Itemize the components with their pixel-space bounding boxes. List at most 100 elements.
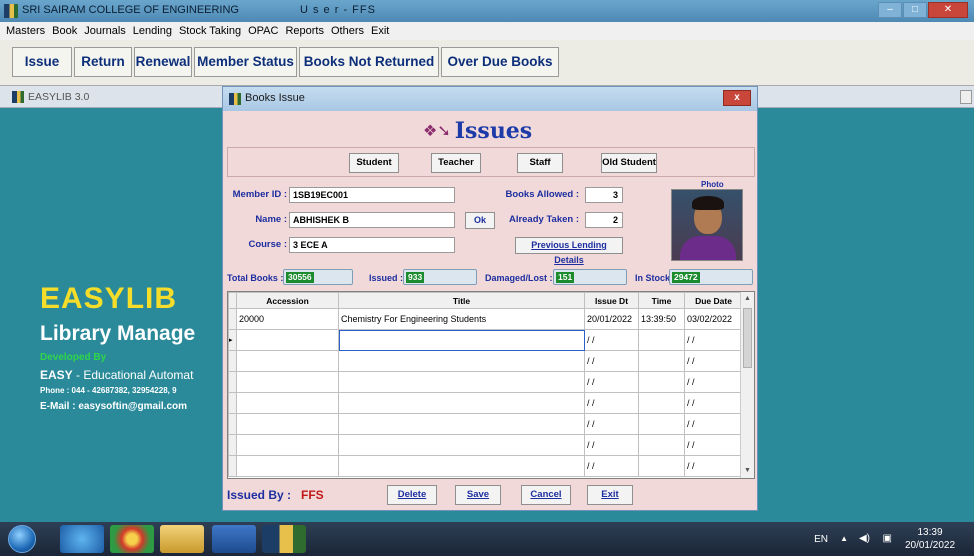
speaker-icon[interactable]: ◀) (859, 533, 870, 544)
chrome-icon[interactable] (110, 525, 154, 553)
table-cell[interactable]: / / (584, 392, 639, 414)
row-selector[interactable] (228, 434, 237, 456)
col-title[interactable]: Title (338, 292, 585, 309)
table-cell[interactable] (236, 371, 339, 393)
menu-opac[interactable]: OPAC (248, 25, 278, 37)
table-cell[interactable] (236, 434, 339, 456)
word-icon[interactable] (212, 525, 256, 553)
ie-icon[interactable] (60, 525, 104, 553)
teacher-button[interactable]: Teacher (431, 153, 481, 173)
language-indicator[interactable]: EN (814, 534, 828, 545)
delete-button[interactable]: Delete (387, 485, 437, 505)
table-cell[interactable]: 03/02/2022 (684, 308, 743, 330)
course-field[interactable]: 3 ECE A (289, 237, 455, 253)
table-row[interactable]: / / / / (228, 434, 743, 456)
staff-button[interactable]: Staff (517, 153, 563, 173)
table-cell[interactable] (638, 350, 685, 372)
menu-stock-taking[interactable]: Stock Taking (179, 25, 241, 37)
renewal-button[interactable]: Renewal (134, 47, 192, 77)
previous-lending-details-button[interactable]: Previous Lending Details (515, 237, 623, 265)
over-due-books-button[interactable]: Over Due Books (441, 47, 559, 77)
table-cell[interactable] (236, 392, 339, 414)
table-cell[interactable] (338, 434, 585, 456)
table-row[interactable]: 20000 Chemistry For Engineering Students 2… (228, 308, 743, 330)
row-selector[interactable] (228, 371, 237, 393)
menu-masters[interactable]: Masters (6, 25, 45, 37)
table-row[interactable]: / / / / (228, 455, 743, 477)
table-cell[interactable] (236, 329, 339, 351)
menu-book[interactable]: Book (52, 25, 77, 37)
table-cell[interactable] (338, 329, 585, 351)
scroll-down-icon[interactable]: ▼ (741, 464, 754, 478)
table-cell[interactable] (236, 455, 339, 477)
col-due-date[interactable]: Due Date (684, 292, 743, 309)
issue-grid[interactable]: Accession Title Issue Dt Time Due Date 2… (227, 291, 755, 479)
save-button[interactable]: Save (455, 485, 501, 505)
table-cell[interactable] (338, 455, 585, 477)
table-cell[interactable]: 20/01/2022 (584, 308, 639, 330)
table-row[interactable]: / / / / (228, 350, 743, 372)
table-cell[interactable] (338, 350, 585, 372)
table-cell[interactable]: / / (684, 329, 743, 351)
network-icon[interactable]: ▣ (883, 533, 892, 544)
table-cell[interactable] (638, 392, 685, 414)
cancel-button[interactable]: Cancel (521, 485, 571, 505)
row-selector[interactable] (228, 392, 237, 414)
table-row[interactable]: ▸ / / / / (228, 329, 743, 351)
student-button[interactable]: Student (349, 153, 399, 173)
table-cell[interactable] (638, 455, 685, 477)
close-icon[interactable]: ✕ (928, 2, 968, 18)
scroll-thumb[interactable] (743, 308, 752, 368)
menu-others[interactable]: Others (331, 25, 364, 37)
table-cell[interactable]: / / (684, 434, 743, 456)
scroll-up-icon[interactable]: ▲ (741, 292, 754, 306)
member-status-button[interactable]: Member Status (194, 47, 297, 77)
row-selector[interactable] (228, 413, 237, 435)
menu-journals[interactable]: Journals (84, 25, 126, 37)
table-cell[interactable] (338, 371, 585, 393)
table-cell[interactable] (236, 413, 339, 435)
restore-icon[interactable] (960, 90, 972, 104)
table-cell[interactable]: / / (684, 350, 743, 372)
menu-exit[interactable]: Exit (371, 25, 389, 37)
table-cell[interactable]: / / (584, 455, 639, 477)
table-cell[interactable]: / / (584, 434, 639, 456)
table-cell[interactable] (338, 413, 585, 435)
table-cell[interactable]: / / (584, 371, 639, 393)
table-cell[interactable] (638, 434, 685, 456)
table-cell[interactable]: 13:39:50 (638, 308, 685, 330)
table-cell[interactable]: / / (684, 413, 743, 435)
clock[interactable]: 13:39 20/01/2022 (902, 526, 958, 552)
minimize-icon[interactable]: – (878, 2, 902, 18)
ok-button[interactable]: Ok (465, 212, 495, 229)
table-cell[interactable]: / / (684, 371, 743, 393)
table-cell[interactable] (236, 350, 339, 372)
table-cell[interactable]: / / (584, 350, 639, 372)
menu-reports[interactable]: Reports (285, 25, 324, 37)
col-issue-dt[interactable]: Issue Dt (584, 292, 639, 309)
exit-button[interactable]: Exit (587, 485, 633, 505)
grid-scrollbar[interactable]: ▲ ▼ (740, 292, 754, 478)
col-time[interactable]: Time (638, 292, 685, 309)
tray-arrow-icon[interactable]: ▲ (840, 534, 848, 543)
issue-button[interactable]: Issue (12, 47, 72, 77)
menu-lending[interactable]: Lending (133, 25, 172, 37)
name-field[interactable]: ABHISHEK B (289, 212, 455, 228)
dialog-close-button[interactable]: x (723, 90, 751, 106)
row-selector[interactable] (228, 308, 237, 330)
member-id-field[interactable]: 1SB19EC001 (289, 187, 455, 203)
table-cell[interactable] (638, 329, 685, 351)
table-cell[interactable] (638, 413, 685, 435)
row-selector[interactable]: ▸ (228, 329, 237, 351)
row-selector[interactable] (228, 455, 237, 477)
table-row[interactable]: / / / / (228, 371, 743, 393)
table-cell[interactable] (338, 392, 585, 414)
table-cell[interactable]: / / (584, 329, 639, 351)
row-selector[interactable] (228, 350, 237, 372)
table-row[interactable]: / / / / (228, 392, 743, 414)
start-button[interactable] (8, 525, 36, 553)
easylib-app-icon[interactable] (262, 525, 306, 553)
table-cell[interactable]: / / (684, 392, 743, 414)
table-cell[interactable]: Chemistry For Engineering Students (338, 308, 585, 330)
table-cell[interactable] (638, 371, 685, 393)
